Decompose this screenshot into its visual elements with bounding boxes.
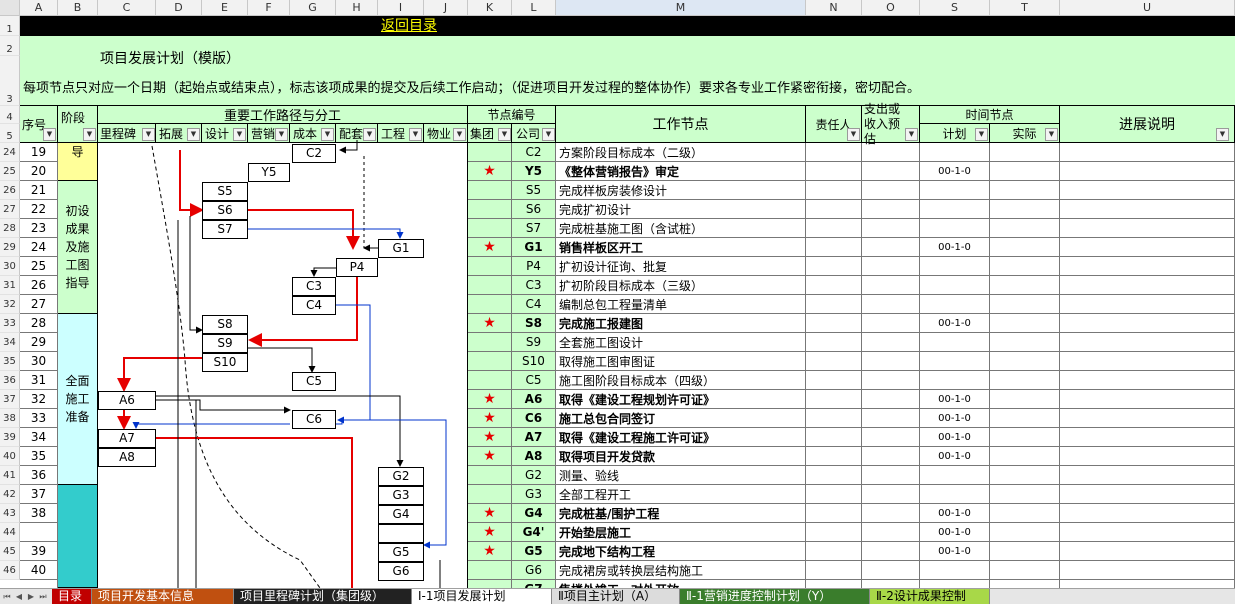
flow-box-s9[interactable]: S9 [202,334,248,353]
flow-box-s7[interactable]: S7 [202,220,248,239]
flow-box-s6[interactable]: S6 [202,201,248,220]
flow-box-s8[interactable]: S8 [202,315,248,334]
prev-sheet-icon[interactable]: ◀ [14,591,24,602]
flow-box-s10[interactable]: S10 [202,353,248,372]
flow-box-c6[interactable]: C6 [292,410,336,429]
tab-milestone-plan[interactable]: 项目里程碑计划（集团级） [234,589,412,604]
tab-development-plan[interactable]: Ⅰ-1项目发展计划 [412,589,552,604]
flow-box-a7[interactable]: A7 [98,429,156,448]
tab-marketing-control[interactable]: Ⅱ-1营销进度控制计划（Y） [680,589,870,604]
tab-basic-info[interactable]: 项目开发基本信息 [92,589,234,604]
flow-box-s5[interactable]: S5 [202,182,248,201]
first-sheet-icon[interactable]: ⏮ [2,591,12,602]
flow-connectors [117,140,447,588]
next-sheet-icon[interactable]: ▶ [26,591,36,602]
spreadsheet[interactable]: A B C D E F G H I J K L M N O S T U 1234… [0,0,1235,588]
tab-index[interactable]: 目录 [52,589,92,604]
tab-design-control[interactable]: Ⅱ-2设计成果控制 [870,589,990,604]
flow-box-g4[interactable]: G4 [378,505,424,524]
flow-box-g1[interactable]: G1 [378,239,424,258]
flow-box-a8[interactable]: A8 [98,448,156,467]
flow-box-p4[interactable]: P4 [336,258,378,277]
sheet-tabs-bar: ⏮ ◀ ▶ ⏭ 目录 项目开发基本信息 项目里程碑计划（集团级） Ⅰ-1项目发展… [0,588,1235,604]
flow-box-g4-prime[interactable] [378,524,424,543]
flow-box-y5[interactable]: Y5 [248,163,290,182]
flow-box-c5[interactable]: C5 [292,372,336,391]
flow-box-c2[interactable]: C2 [292,144,336,163]
flow-box-g3[interactable]: G3 [378,486,424,505]
flow-box-g5[interactable]: G5 [378,543,424,562]
flow-box-a6[interactable]: A6 [98,391,156,410]
flow-box-c4[interactable]: C4 [292,296,336,315]
last-sheet-icon[interactable]: ⏭ [38,591,48,602]
flow-box-g2[interactable]: G2 [378,467,424,486]
flow-box-c3[interactable]: C3 [292,277,336,296]
flow-box-g6[interactable]: G6 [378,562,424,581]
tab-master-plan[interactable]: Ⅱ项目主计划（A） [552,589,680,604]
